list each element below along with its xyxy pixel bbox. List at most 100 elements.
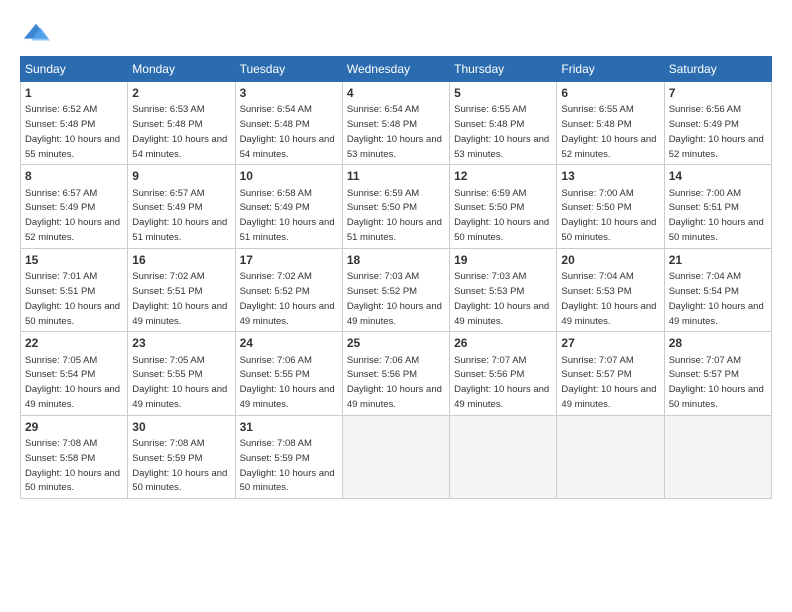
- calendar-week-row: 15 Sunrise: 7:01 AMSunset: 5:51 PMDaylig…: [21, 248, 772, 331]
- day-info: Sunrise: 6:52 AMSunset: 5:48 PMDaylight:…: [25, 104, 120, 159]
- day-info: Sunrise: 7:06 AMSunset: 5:56 PMDaylight:…: [347, 355, 442, 410]
- calendar-cell: [342, 415, 449, 498]
- calendar-cell: 31 Sunrise: 7:08 AMSunset: 5:59 PMDaylig…: [235, 415, 342, 498]
- page-container: SundayMondayTuesdayWednesdayThursdayFrid…: [0, 0, 792, 509]
- day-info: Sunrise: 7:08 AMSunset: 5:59 PMDaylight:…: [240, 438, 335, 493]
- calendar-cell: 4 Sunrise: 6:54 AMSunset: 5:48 PMDayligh…: [342, 82, 449, 165]
- day-info: Sunrise: 7:05 AMSunset: 5:55 PMDaylight:…: [132, 355, 227, 410]
- weekday-header-sunday: Sunday: [21, 57, 128, 82]
- calendar-cell: 30 Sunrise: 7:08 AMSunset: 5:59 PMDaylig…: [128, 415, 235, 498]
- calendar-cell: 6 Sunrise: 6:55 AMSunset: 5:48 PMDayligh…: [557, 82, 664, 165]
- day-info: Sunrise: 6:57 AMSunset: 5:49 PMDaylight:…: [132, 188, 227, 243]
- calendar-week-row: 29 Sunrise: 7:08 AMSunset: 5:58 PMDaylig…: [21, 415, 772, 498]
- day-info: Sunrise: 6:58 AMSunset: 5:49 PMDaylight:…: [240, 188, 335, 243]
- day-number: 25: [347, 335, 445, 351]
- day-number: 27: [561, 335, 659, 351]
- calendar-cell: 10 Sunrise: 6:58 AMSunset: 5:49 PMDaylig…: [235, 165, 342, 248]
- day-info: Sunrise: 7:08 AMSunset: 5:58 PMDaylight:…: [25, 438, 120, 493]
- calendar-cell: 1 Sunrise: 6:52 AMSunset: 5:48 PMDayligh…: [21, 82, 128, 165]
- day-info: Sunrise: 7:03 AMSunset: 5:52 PMDaylight:…: [347, 271, 442, 326]
- calendar-cell: [450, 415, 557, 498]
- day-number: 1: [25, 85, 123, 101]
- calendar-week-row: 8 Sunrise: 6:57 AMSunset: 5:49 PMDayligh…: [21, 165, 772, 248]
- day-info: Sunrise: 7:05 AMSunset: 5:54 PMDaylight:…: [25, 355, 120, 410]
- day-number: 13: [561, 168, 659, 184]
- day-number: 18: [347, 252, 445, 268]
- calendar-cell: [557, 415, 664, 498]
- day-info: Sunrise: 7:03 AMSunset: 5:53 PMDaylight:…: [454, 271, 549, 326]
- day-number: 19: [454, 252, 552, 268]
- header-row: [20, 16, 772, 48]
- day-info: Sunrise: 6:56 AMSunset: 5:49 PMDaylight:…: [669, 104, 764, 159]
- day-info: Sunrise: 7:02 AMSunset: 5:51 PMDaylight:…: [132, 271, 227, 326]
- day-number: 26: [454, 335, 552, 351]
- calendar-cell: 16 Sunrise: 7:02 AMSunset: 5:51 PMDaylig…: [128, 248, 235, 331]
- weekday-header-thursday: Thursday: [450, 57, 557, 82]
- logo: [20, 20, 50, 48]
- calendar-cell: 24 Sunrise: 7:06 AMSunset: 5:55 PMDaylig…: [235, 332, 342, 415]
- day-number: 5: [454, 85, 552, 101]
- calendar-cell: 2 Sunrise: 6:53 AMSunset: 5:48 PMDayligh…: [128, 82, 235, 165]
- day-info: Sunrise: 6:57 AMSunset: 5:49 PMDaylight:…: [25, 188, 120, 243]
- weekday-header-friday: Friday: [557, 57, 664, 82]
- calendar-cell: 20 Sunrise: 7:04 AMSunset: 5:53 PMDaylig…: [557, 248, 664, 331]
- day-info: Sunrise: 6:55 AMSunset: 5:48 PMDaylight:…: [454, 104, 549, 159]
- day-number: 15: [25, 252, 123, 268]
- day-info: Sunrise: 6:54 AMSunset: 5:48 PMDaylight:…: [240, 104, 335, 159]
- day-number: 11: [347, 168, 445, 184]
- day-number: 8: [25, 168, 123, 184]
- day-info: Sunrise: 7:02 AMSunset: 5:52 PMDaylight:…: [240, 271, 335, 326]
- day-info: Sunrise: 7:00 AMSunset: 5:51 PMDaylight:…: [669, 188, 764, 243]
- day-info: Sunrise: 6:55 AMSunset: 5:48 PMDaylight:…: [561, 104, 656, 159]
- day-number: 22: [25, 335, 123, 351]
- day-info: Sunrise: 6:54 AMSunset: 5:48 PMDaylight:…: [347, 104, 442, 159]
- day-number: 31: [240, 419, 338, 435]
- day-number: 20: [561, 252, 659, 268]
- calendar-header-row: SundayMondayTuesdayWednesdayThursdayFrid…: [21, 57, 772, 82]
- calendar-week-row: 1 Sunrise: 6:52 AMSunset: 5:48 PMDayligh…: [21, 82, 772, 165]
- calendar-cell: 5 Sunrise: 6:55 AMSunset: 5:48 PMDayligh…: [450, 82, 557, 165]
- day-number: 10: [240, 168, 338, 184]
- calendar-cell: 9 Sunrise: 6:57 AMSunset: 5:49 PMDayligh…: [128, 165, 235, 248]
- calendar-cell: 25 Sunrise: 7:06 AMSunset: 5:56 PMDaylig…: [342, 332, 449, 415]
- day-number: 9: [132, 168, 230, 184]
- day-number: 17: [240, 252, 338, 268]
- weekday-header-monday: Monday: [128, 57, 235, 82]
- calendar-table: SundayMondayTuesdayWednesdayThursdayFrid…: [20, 56, 772, 499]
- day-info: Sunrise: 6:59 AMSunset: 5:50 PMDaylight:…: [454, 188, 549, 243]
- day-number: 30: [132, 419, 230, 435]
- day-number: 2: [132, 85, 230, 101]
- day-number: 4: [347, 85, 445, 101]
- calendar-cell: 26 Sunrise: 7:07 AMSunset: 5:56 PMDaylig…: [450, 332, 557, 415]
- calendar-cell: 15 Sunrise: 7:01 AMSunset: 5:51 PMDaylig…: [21, 248, 128, 331]
- day-info: Sunrise: 7:07 AMSunset: 5:57 PMDaylight:…: [669, 355, 764, 410]
- logo-icon: [22, 20, 50, 48]
- day-info: Sunrise: 6:53 AMSunset: 5:48 PMDaylight:…: [132, 104, 227, 159]
- weekday-header-tuesday: Tuesday: [235, 57, 342, 82]
- day-info: Sunrise: 6:59 AMSunset: 5:50 PMDaylight:…: [347, 188, 442, 243]
- day-number: 3: [240, 85, 338, 101]
- calendar-cell: 14 Sunrise: 7:00 AMSunset: 5:51 PMDaylig…: [664, 165, 771, 248]
- calendar-week-row: 22 Sunrise: 7:05 AMSunset: 5:54 PMDaylig…: [21, 332, 772, 415]
- day-info: Sunrise: 7:01 AMSunset: 5:51 PMDaylight:…: [25, 271, 120, 326]
- day-number: 16: [132, 252, 230, 268]
- calendar-cell: 27 Sunrise: 7:07 AMSunset: 5:57 PMDaylig…: [557, 332, 664, 415]
- calendar-cell: 28 Sunrise: 7:07 AMSunset: 5:57 PMDaylig…: [664, 332, 771, 415]
- calendar-cell: 8 Sunrise: 6:57 AMSunset: 5:49 PMDayligh…: [21, 165, 128, 248]
- day-number: 29: [25, 419, 123, 435]
- weekday-header-wednesday: Wednesday: [342, 57, 449, 82]
- calendar-cell: 23 Sunrise: 7:05 AMSunset: 5:55 PMDaylig…: [128, 332, 235, 415]
- calendar-cell: 21 Sunrise: 7:04 AMSunset: 5:54 PMDaylig…: [664, 248, 771, 331]
- weekday-header-saturday: Saturday: [664, 57, 771, 82]
- day-number: 12: [454, 168, 552, 184]
- day-number: 23: [132, 335, 230, 351]
- day-info: Sunrise: 7:07 AMSunset: 5:56 PMDaylight:…: [454, 355, 549, 410]
- day-number: 14: [669, 168, 767, 184]
- calendar-cell: 11 Sunrise: 6:59 AMSunset: 5:50 PMDaylig…: [342, 165, 449, 248]
- calendar-cell: [664, 415, 771, 498]
- calendar-cell: 29 Sunrise: 7:08 AMSunset: 5:58 PMDaylig…: [21, 415, 128, 498]
- day-info: Sunrise: 7:08 AMSunset: 5:59 PMDaylight:…: [132, 438, 227, 493]
- day-number: 6: [561, 85, 659, 101]
- day-info: Sunrise: 7:04 AMSunset: 5:53 PMDaylight:…: [561, 271, 656, 326]
- calendar-cell: 13 Sunrise: 7:00 AMSunset: 5:50 PMDaylig…: [557, 165, 664, 248]
